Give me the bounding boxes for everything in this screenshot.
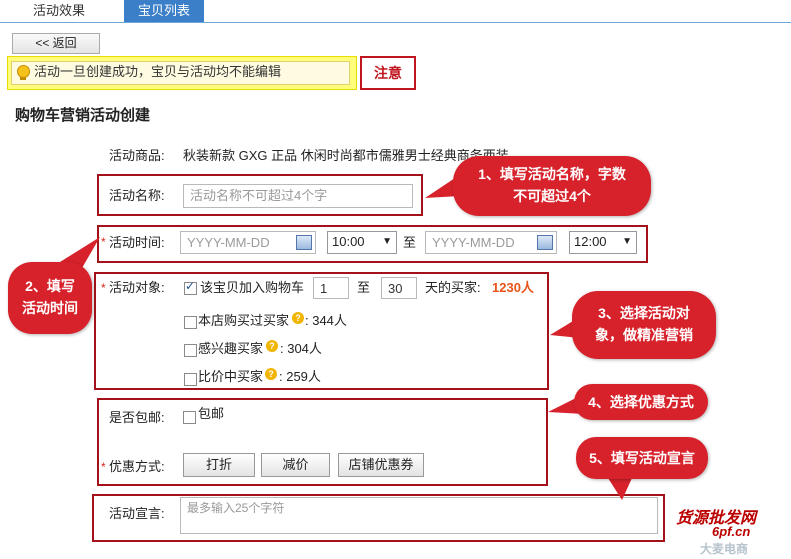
callout-target: 3、选择活动对 象，做精准营销 — [572, 291, 716, 359]
callout-target-line1: 3、选择活动对 — [598, 305, 690, 321]
watermark-domain: 6pf.cn — [712, 524, 751, 539]
callout-slogan: 5、填写活动宣言 — [576, 437, 708, 479]
callout-pointer — [608, 478, 632, 500]
callout-name-line1: 1、填写活动名称，字数 — [478, 166, 626, 182]
callout-name: 1、填写活动名称，字数 不可超过4个 — [453, 156, 651, 216]
callout-name-line2: 不可超过4个 — [513, 188, 591, 204]
callout-discount: 4、选择优惠方式 — [574, 384, 708, 420]
callout-target-line2: 象，做精准营销 — [595, 327, 693, 343]
watermark-brand: 大麦电商 — [700, 542, 749, 556]
callout-time-line1: 2、填写 — [25, 278, 75, 294]
callout-time-line2: 活动时间 — [22, 300, 78, 316]
callout-time: 2、填写 活动时间 — [8, 262, 92, 334]
